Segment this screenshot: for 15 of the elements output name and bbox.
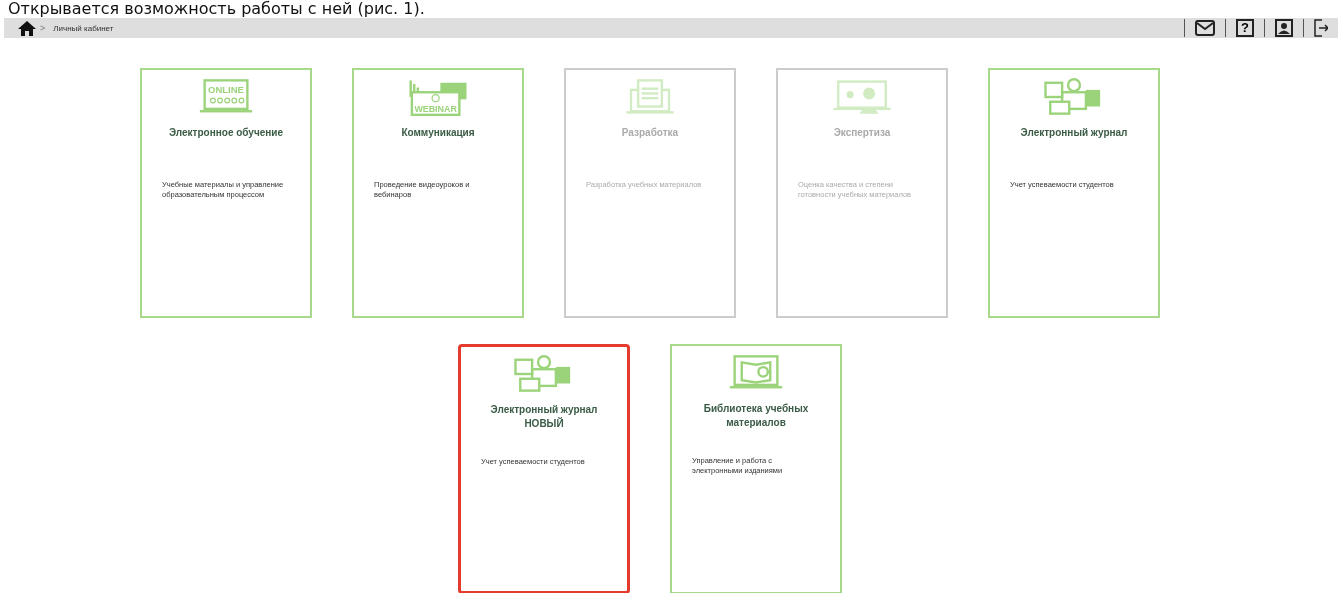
card-title: Библиотека учебных материалов (702, 402, 810, 430)
card-title: Экспертиза (833, 126, 891, 140)
mail-icon[interactable] (1195, 20, 1215, 36)
card-title: Разработка (621, 126, 679, 140)
profile-icon[interactable] (1275, 19, 1293, 37)
breadcrumb-separator: > (40, 23, 46, 33)
card-title: Электронное обучение (168, 126, 284, 140)
caption-text: Открывается возможность работы с ней (рис. 1). (7, 0, 426, 18)
home-icon[interactable] (18, 21, 36, 36)
card-title: Коммуникация (401, 126, 475, 140)
card-title: Электронный журнал (1020, 126, 1128, 140)
logout-icon[interactable] (1314, 19, 1328, 37)
breadcrumb-link[interactable]: Личный кабинет (53, 23, 114, 33)
help-icon[interactable]: ? (1236, 19, 1254, 37)
card-title: Электронный журнал НОВЫЙ (489, 403, 599, 431)
